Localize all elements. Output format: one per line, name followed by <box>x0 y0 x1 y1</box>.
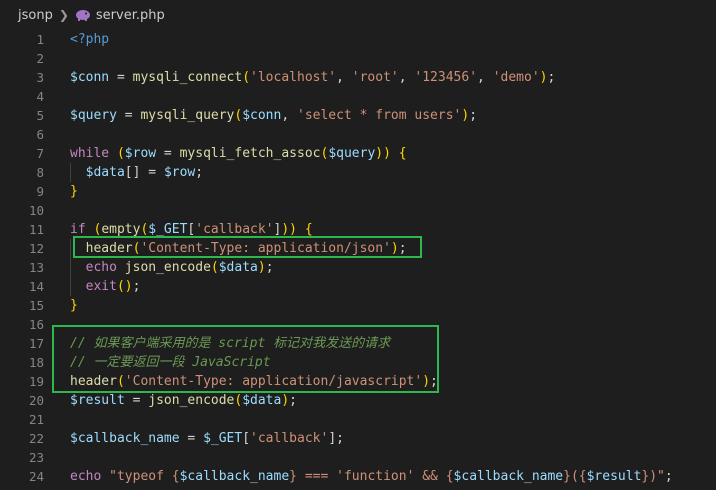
line-number: 16 <box>28 317 44 332</box>
code-text: // 如果客户端采用的是 script 标记对我发送的请求 <box>70 336 391 351</box>
code-text: if (empty($_GET['callback'])) { <box>70 222 313 237</box>
code-line[interactable]: 4 <box>0 87 716 106</box>
code-line[interactable]: 5 $query = mysqli_query($conn, 'select * … <box>0 106 716 125</box>
breadcrumb: jsonp ❯ server.php <box>0 0 716 30</box>
line-number: 13 <box>28 260 44 275</box>
code-line[interactable]: 7 while ($row = mysqli_fetch_assoc($query… <box>0 144 716 163</box>
code-text: header('Content-Type: application/javasc… <box>70 374 438 389</box>
line-number: 14 <box>28 279 44 294</box>
code-text: header('Content-Type: application/json')… <box>85 241 407 256</box>
code-text: exit(); <box>85 279 141 294</box>
code-text: } <box>70 184 78 199</box>
code-line[interactable]: 20 $result = json_encode($data); <box>0 391 716 410</box>
line-number: 24 <box>28 469 44 484</box>
line-number: 11 <box>28 222 44 237</box>
code-line[interactable]: 14 exit(); <box>0 277 716 296</box>
line-number: 22 <box>28 431 44 446</box>
code-line[interactable]: 11 if (empty($_GET['callback'])) { <box>0 220 716 239</box>
code-line[interactable]: 9} <box>0 182 716 201</box>
code-line[interactable]: 13 echo json_encode($data); <box>0 258 716 277</box>
code-line[interactable]: 3 $conn = mysqli_connect('localhost', 'ro… <box>0 68 716 87</box>
line-number: 4 <box>36 89 44 104</box>
code-line[interactable]: 23 <box>0 448 716 467</box>
code-line[interactable]: 24 echo "typeof {$callback_name} === 'fun… <box>0 467 716 486</box>
code-text: } <box>70 298 78 313</box>
chevron-right-icon: ❯ <box>58 8 69 22</box>
code-line[interactable]: 12 header('Content-Type: application/jso… <box>0 239 716 258</box>
code-line[interactable]: 8 $data[] = $row; <box>0 163 716 182</box>
code-text: // 一定要返回一段 JavaScript <box>70 355 271 370</box>
line-number: 18 <box>28 355 44 370</box>
line-number: 10 <box>28 203 44 218</box>
code-text: $result = json_encode($data); <box>70 393 297 408</box>
code-text: echo json_encode($data); <box>85 260 274 275</box>
breadcrumb-file[interactable]: server.php <box>96 8 165 23</box>
code-text: <?php <box>70 32 110 47</box>
line-number: 15 <box>28 298 44 313</box>
line-number: 2 <box>36 51 44 66</box>
code-line[interactable]: 16 <box>0 315 716 334</box>
code-text: $conn = mysqli_connect('localhost', 'roo… <box>70 70 556 85</box>
indent-guide <box>70 163 71 182</box>
code-line[interactable]: 10 <box>0 201 716 220</box>
line-number: 5 <box>36 108 44 123</box>
line-number: 17 <box>28 336 44 351</box>
code-text: while ($row = mysqli_fetch_assoc($query)… <box>70 146 407 161</box>
code-line[interactable]: 17 // 如果客户端采用的是 script 标记对我发送的请求 <box>0 334 716 353</box>
line-number: 6 <box>36 127 44 142</box>
indent-guide <box>70 239 71 296</box>
line-number: 20 <box>28 393 44 408</box>
code-line[interactable]: 18 // 一定要返回一段 JavaScript <box>0 353 716 372</box>
line-number: 21 <box>28 412 44 427</box>
line-number: 3 <box>36 70 44 85</box>
code-line[interactable]: 1 <?php <box>0 30 716 49</box>
code-line[interactable]: 19 header('Content-Type: application/java… <box>0 372 716 391</box>
line-number: 23 <box>28 450 44 465</box>
code-line[interactable]: 22 $callback_name = $_GET['callback']; <box>0 429 716 448</box>
code-line[interactable]: 2 <box>0 49 716 68</box>
line-number: 1 <box>36 32 44 47</box>
code-text: $data[] = $row; <box>85 165 204 180</box>
code-line[interactable]: 21 <box>0 410 716 429</box>
line-number: 12 <box>28 241 44 256</box>
code-text: echo "typeof {$callback_name} === 'funct… <box>70 469 673 484</box>
code-editor[interactable]: 1 <?php 2 3 $conn = mysqli_connect('localhos… <box>0 30 716 490</box>
code-line[interactable]: 6 <box>0 125 716 144</box>
line-number: 8 <box>36 165 44 180</box>
php-elephant-icon <box>75 9 91 21</box>
breadcrumb-folder[interactable]: jsonp <box>18 8 53 23</box>
line-number: 9 <box>36 184 44 199</box>
line-number: 7 <box>36 146 44 161</box>
code-text: $callback_name = $_GET['callback']; <box>70 431 344 446</box>
line-number: 19 <box>28 374 44 389</box>
code-line[interactable]: 15} <box>0 296 716 315</box>
code-text: $query = mysqli_query($conn, 'select * f… <box>70 108 478 123</box>
